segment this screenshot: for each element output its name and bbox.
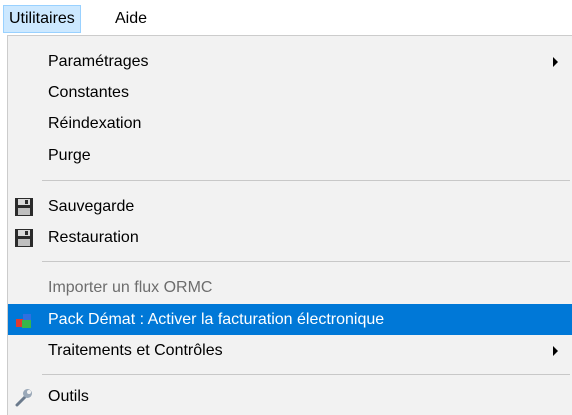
submenu-arrow-icon xyxy=(553,346,558,356)
menu-item-restauration[interactable]: Restauration xyxy=(8,222,572,253)
menu-item-outils[interactable]: Outils xyxy=(8,381,572,412)
menu-item-traitements-controles[interactable]: Traitements et Contrôles xyxy=(8,335,572,366)
menu-separator xyxy=(42,261,570,262)
menu-item-importer-flux-ormc: Importer un flux ORMC xyxy=(8,272,572,303)
menu-item-label: Pack Démat : Activer la facturation élec… xyxy=(48,311,385,328)
menu-item-constantes[interactable]: Constantes xyxy=(8,77,572,108)
menu-item-pack-demat[interactable]: Pack Démat : Activer la facturation élec… xyxy=(8,304,572,335)
floppy-disk-icon xyxy=(14,197,34,217)
menu-item-reindexation[interactable]: Réindexation xyxy=(8,108,572,139)
menu-item-label: Réindexation xyxy=(48,115,142,132)
menu-item-label: Importer un flux ORMC xyxy=(48,279,213,296)
floppy-disk-icon xyxy=(14,228,34,248)
menu-item-sauvegarde[interactable]: Sauvegarde xyxy=(8,191,572,222)
menu-item-label: Restauration xyxy=(48,229,139,246)
menu-separator xyxy=(42,180,570,181)
menu-aide[interactable]: Aide xyxy=(110,5,152,33)
menu-item-label: Constantes xyxy=(48,84,129,101)
utilitaires-dropdown-menu: Paramétrages Constantes Réindexation Pur… xyxy=(7,35,572,415)
menu-item-parametrages[interactable]: Paramétrages xyxy=(8,46,572,77)
menu-item-label: Purge xyxy=(48,147,91,164)
pack-demat-icon xyxy=(14,310,34,330)
menu-item-label: Traitements et Contrôles xyxy=(48,342,223,359)
menu-item-label: Outils xyxy=(48,388,89,405)
menu-item-purge[interactable]: Purge xyxy=(8,140,572,171)
wrench-icon xyxy=(14,387,34,407)
menu-bar: Utilitaires Aide xyxy=(0,0,572,36)
menu-separator xyxy=(42,374,570,375)
menu-item-label: Paramétrages xyxy=(48,53,149,70)
submenu-arrow-icon xyxy=(553,57,558,67)
menu-utilitaires[interactable]: Utilitaires xyxy=(3,5,81,33)
menu-item-label: Sauvegarde xyxy=(48,198,135,215)
